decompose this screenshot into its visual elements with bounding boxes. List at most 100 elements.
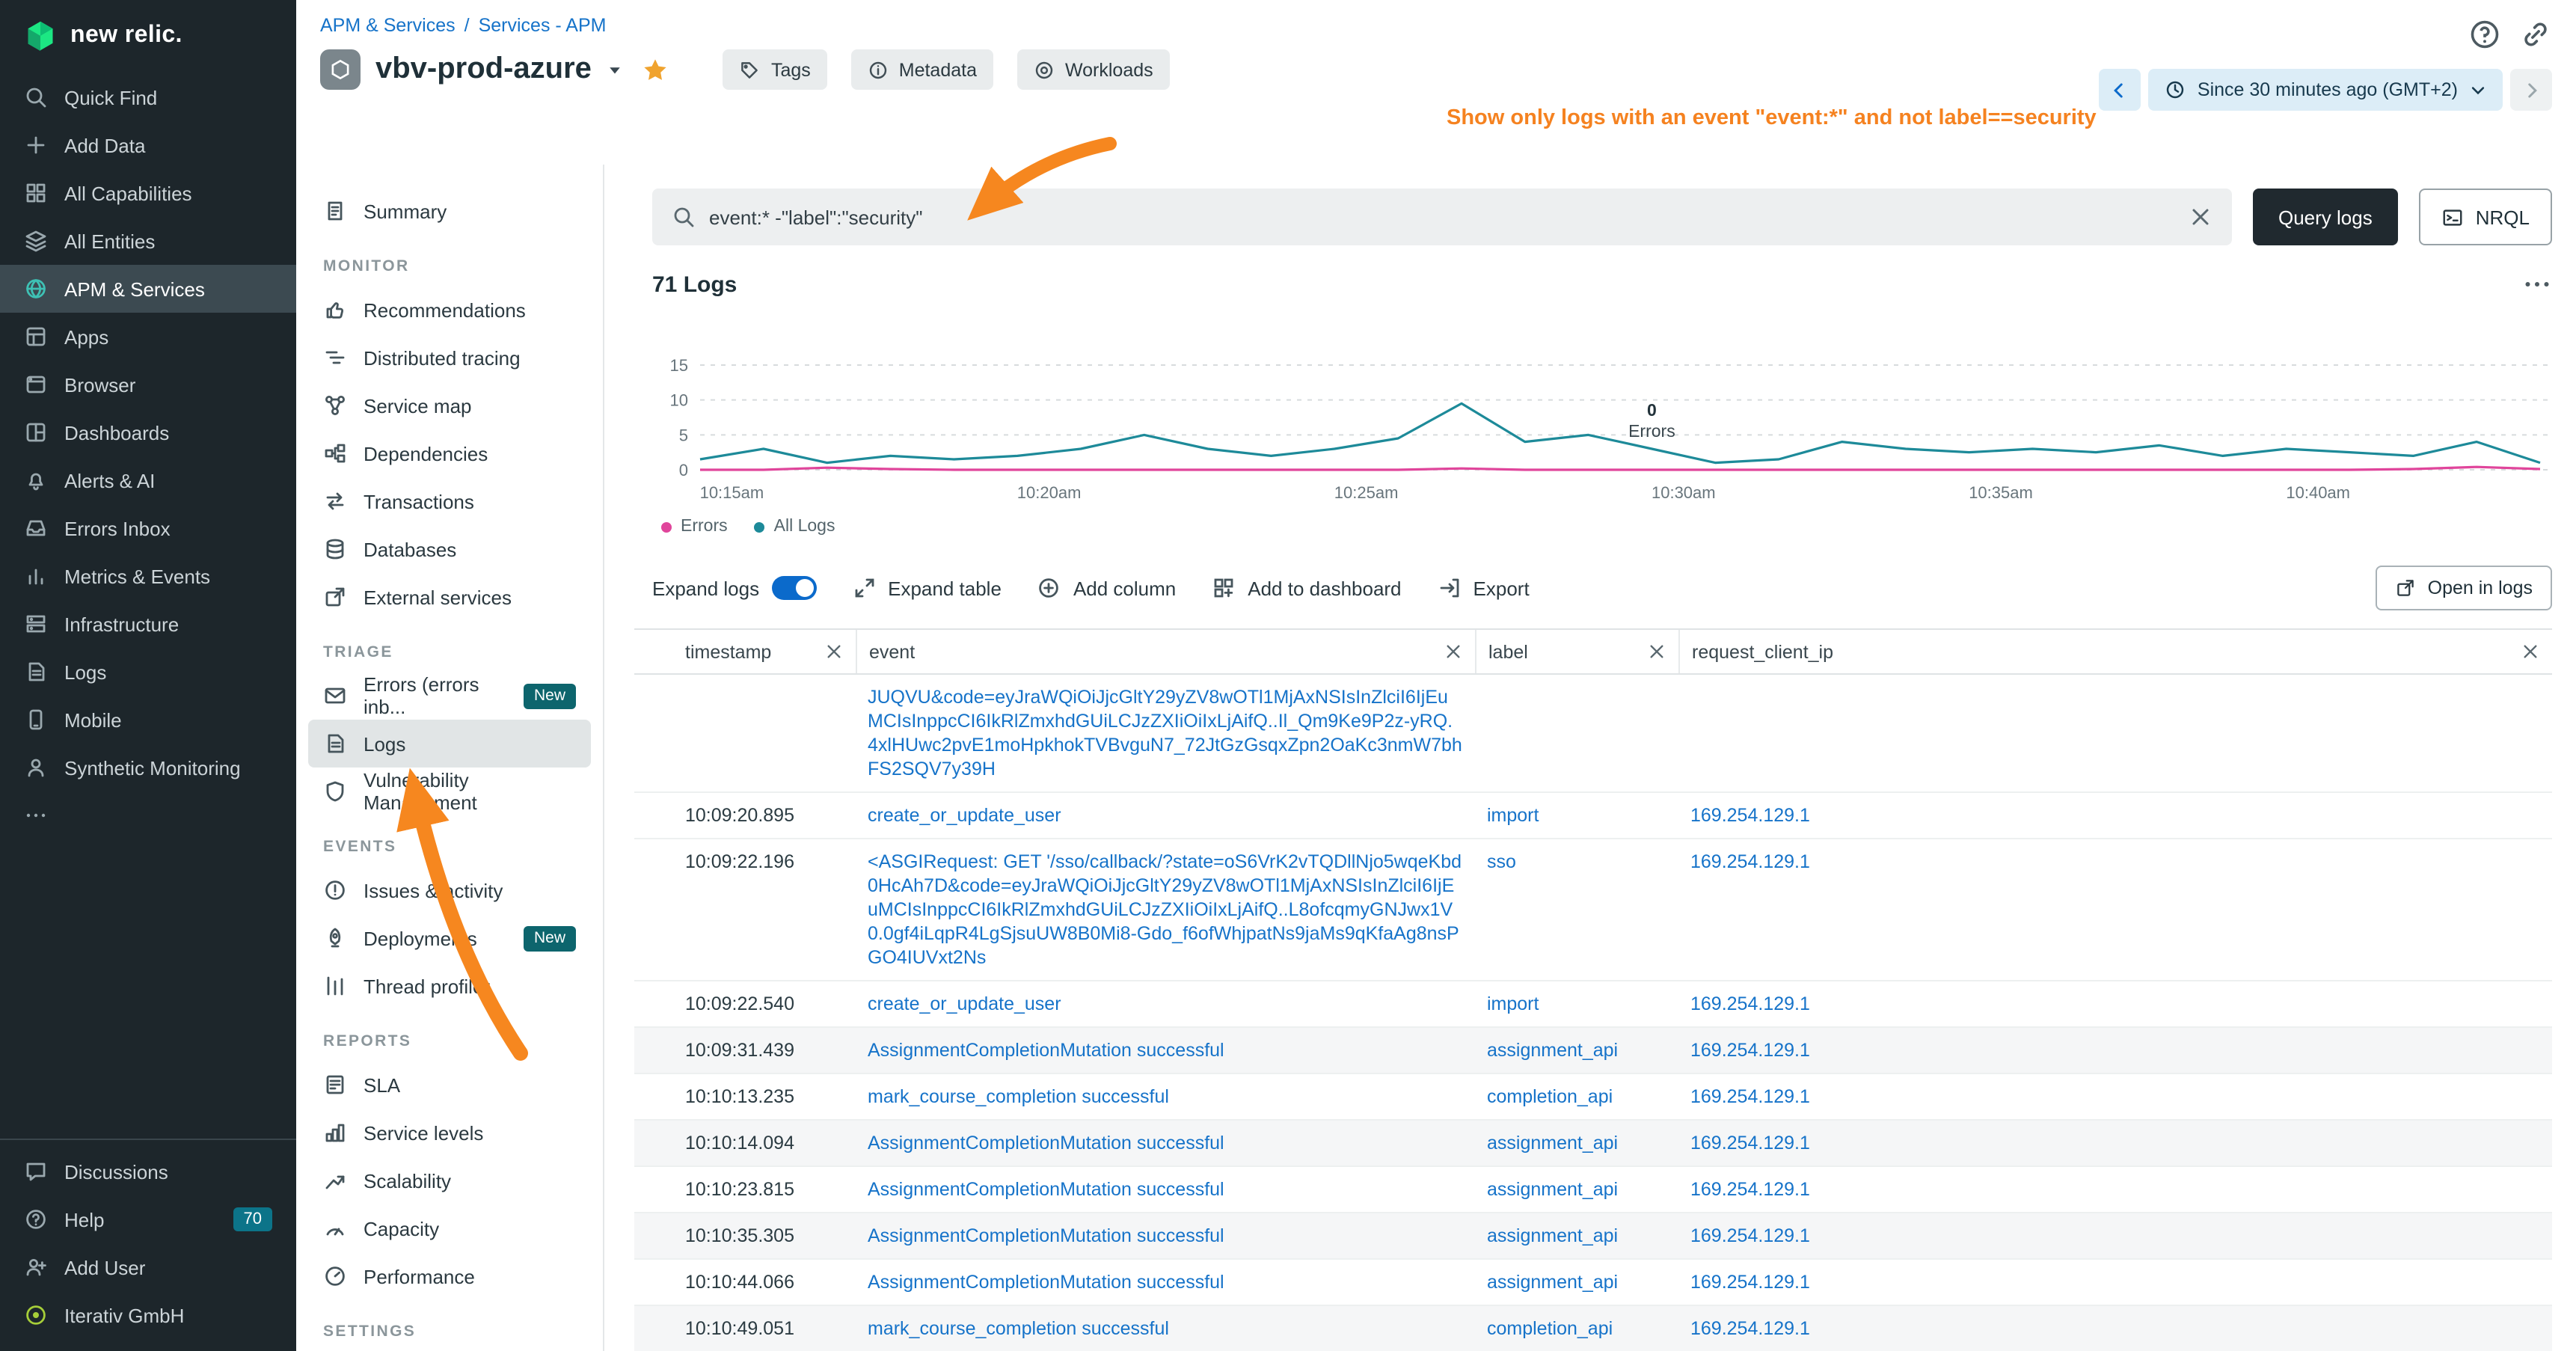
- label-link[interactable]: completion_api: [1487, 1086, 1613, 1107]
- entity-nav-issues-activity[interactable]: Issues & activity: [308, 866, 591, 914]
- label-link[interactable]: assignment_api: [1487, 1272, 1618, 1293]
- global-nav-all-capabilities[interactable]: All Capabilities: [0, 169, 296, 217]
- entity-nav-recommendations[interactable]: Recommendations: [308, 286, 591, 334]
- log-row[interactable]: 10:10:23.815AssignmentCompletionMutation…: [634, 1167, 2552, 1213]
- entity-nav-vulnerability-management[interactable]: Vulnerability Management: [308, 768, 591, 815]
- event-link[interactable]: AssignmentCompletionMutation successful: [868, 1225, 1224, 1246]
- entity-nav-external-services[interactable]: External services: [308, 573, 591, 621]
- ip-link[interactable]: 169.254.129.1: [1690, 1086, 1810, 1107]
- entity-nav-thread-profiler[interactable]: Thread profiler: [308, 962, 591, 1010]
- entity-nav-databases[interactable]: Databases: [308, 525, 591, 573]
- ip-link[interactable]: 169.254.129.1: [1690, 1133, 1810, 1154]
- help-circle-icon[interactable]: [2468, 18, 2501, 51]
- entity-nav-errors-errors-inb[interactable]: Errors (errors inb...New: [308, 672, 591, 720]
- global-nav-add-data[interactable]: Add Data: [0, 121, 296, 169]
- remove-column-timestamp-icon[interactable]: [824, 642, 844, 661]
- time-range-picker[interactable]: Since 30 minutes ago (GMT+2): [2148, 69, 2503, 111]
- event-link[interactable]: create_or_update_user: [868, 805, 1061, 826]
- entity-nav-performance[interactable]: Performance: [308, 1252, 591, 1300]
- global-nav-iterativ-gmbh[interactable]: Iterativ GmbH: [0, 1291, 296, 1339]
- entity-nav-transactions[interactable]: Transactions: [308, 477, 591, 525]
- event-link[interactable]: mark_course_completion successful: [868, 1086, 1169, 1107]
- ip-link[interactable]: 169.254.129.1: [1690, 1179, 1810, 1200]
- nrql-button[interactable]: NRQL: [2419, 189, 2552, 245]
- export-button[interactable]: Export: [1438, 576, 1530, 600]
- global-nav-add-user[interactable]: Add User: [0, 1243, 296, 1291]
- metadata-button[interactable]: Metadata: [851, 49, 993, 90]
- event-link[interactable]: JUQVU&code=eyJraWQiOiJjcGltY29yZV8wOTl1M…: [868, 687, 1462, 779]
- permalink-icon[interactable]: [2519, 18, 2552, 51]
- global-nav-all-entities[interactable]: All Entities: [0, 217, 296, 265]
- global-nav-alerts-ai[interactable]: Alerts & AI: [0, 456, 296, 504]
- remove-column-request-client-ip-icon[interactable]: [2521, 642, 2540, 661]
- global-nav-metrics-events[interactable]: Metrics & Events: [0, 552, 296, 600]
- legend-all-logs[interactable]: All Logs: [755, 518, 835, 536]
- ip-link[interactable]: 169.254.129.1: [1690, 1272, 1810, 1293]
- event-link[interactable]: AssignmentCompletionMutation successful: [868, 1133, 1224, 1154]
- clear-query-icon[interactable]: [2189, 205, 2212, 229]
- entity-nav-logs[interactable]: Logs: [308, 720, 591, 768]
- global-nav-synthetic-monitoring[interactable]: Synthetic Monitoring: [0, 744, 296, 791]
- global-nav-logs[interactable]: Logs: [0, 648, 296, 696]
- global-nav-more[interactable]: [0, 791, 296, 839]
- label-link[interactable]: completion_api: [1487, 1318, 1613, 1339]
- global-nav-browser[interactable]: Browser: [0, 361, 296, 408]
- label-link[interactable]: assignment_api: [1487, 1040, 1618, 1061]
- label-link[interactable]: sso: [1487, 851, 1516, 872]
- ip-link[interactable]: 169.254.129.1: [1690, 805, 1810, 826]
- entity-nav-distributed-tracing[interactable]: Distributed tracing: [308, 334, 591, 382]
- favorite-star-icon[interactable]: [643, 56, 669, 83]
- entity-nav-summary[interactable]: Summary: [308, 187, 591, 235]
- log-row[interactable]: 10:10:44.066AssignmentCompletionMutation…: [634, 1260, 2552, 1306]
- event-link[interactable]: AssignmentCompletionMutation successful: [868, 1040, 1224, 1061]
- add-to-dashboard-button[interactable]: Add to dashboard: [1212, 576, 1401, 600]
- log-row[interactable]: JUQVU&code=eyJraWQiOiJjcGltY29yZV8wOTl1M…: [634, 675, 2552, 793]
- entity-nav-deployments[interactable]: DeploymentsNew: [308, 914, 591, 962]
- expand-table-button[interactable]: Expand table: [852, 576, 1002, 600]
- ip-link[interactable]: 169.254.129.1: [1690, 1318, 1810, 1339]
- entity-nav-sla[interactable]: SLA: [308, 1061, 591, 1109]
- remove-column-event-icon[interactable]: [1444, 642, 1463, 661]
- newrelic-logo[interactable]: new relic.: [0, 0, 296, 73]
- workloads-button[interactable]: Workloads: [1017, 49, 1170, 90]
- log-row[interactable]: 10:09:31.439AssignmentCompletionMutation…: [634, 1028, 2552, 1074]
- global-nav-quick-find[interactable]: Quick Find: [0, 73, 296, 121]
- title-dropdown-caret-icon[interactable]: [607, 61, 625, 79]
- log-row[interactable]: 10:10:13.235mark_course_completion succe…: [634, 1074, 2552, 1121]
- entity-nav-dependencies[interactable]: Dependencies: [308, 429, 591, 477]
- query-logs-button[interactable]: Query logs: [2253, 189, 2398, 245]
- breadcrumb-link-services-apm[interactable]: Services - APM: [479, 15, 607, 36]
- more-options-icon[interactable]: [2522, 269, 2552, 299]
- entity-nav-capacity[interactable]: Capacity: [308, 1204, 591, 1252]
- entity-nav-scalability[interactable]: Scalability: [308, 1157, 591, 1204]
- legend-errors[interactable]: Errors: [661, 518, 728, 536]
- log-row[interactable]: 10:10:35.305AssignmentCompletionMutation…: [634, 1213, 2552, 1260]
- breadcrumb-link-apm-services[interactable]: APM & Services: [320, 15, 456, 36]
- event-link[interactable]: mark_course_completion successful: [868, 1318, 1169, 1339]
- ip-link[interactable]: 169.254.129.1: [1690, 851, 1810, 872]
- log-row[interactable]: 10:09:20.895create_or_update_userimport1…: [634, 793, 2552, 839]
- log-row[interactable]: 10:09:22.196<ASGIRequest: GET '/sso/call…: [634, 839, 2552, 981]
- tags-button[interactable]: Tags: [723, 49, 827, 90]
- label-link[interactable]: assignment_api: [1487, 1225, 1618, 1246]
- global-nav-discussions[interactable]: Discussions: [0, 1148, 296, 1195]
- time-back-button[interactable]: [2099, 69, 2141, 111]
- global-nav-infrastructure[interactable]: Infrastructure: [0, 600, 296, 648]
- event-link[interactable]: <ASGIRequest: GET '/sso/callback/?state=…: [868, 851, 1462, 968]
- label-link[interactable]: import: [1487, 993, 1539, 1014]
- logs-query-input[interactable]: event:* -"label":"security": [652, 189, 2232, 245]
- event-link[interactable]: AssignmentCompletionMutation successful: [868, 1179, 1224, 1200]
- ip-link[interactable]: 169.254.129.1: [1690, 993, 1810, 1014]
- global-nav-dashboards[interactable]: Dashboards: [0, 408, 296, 456]
- global-nav-help[interactable]: Help70: [0, 1195, 296, 1243]
- global-nav-apps[interactable]: Apps: [0, 313, 296, 361]
- label-link[interactable]: import: [1487, 805, 1539, 826]
- event-link[interactable]: create_or_update_user: [868, 993, 1061, 1014]
- log-row[interactable]: 10:10:14.094AssignmentCompletionMutation…: [634, 1121, 2552, 1167]
- global-nav-apm-services[interactable]: APM & Services: [0, 265, 296, 313]
- label-link[interactable]: assignment_api: [1487, 1133, 1618, 1154]
- remove-column-label-icon[interactable]: [1647, 642, 1666, 661]
- global-nav-mobile[interactable]: Mobile: [0, 696, 296, 744]
- log-row[interactable]: 10:10:49.051mark_course_completion succe…: [634, 1306, 2552, 1351]
- ip-link[interactable]: 169.254.129.1: [1690, 1225, 1810, 1246]
